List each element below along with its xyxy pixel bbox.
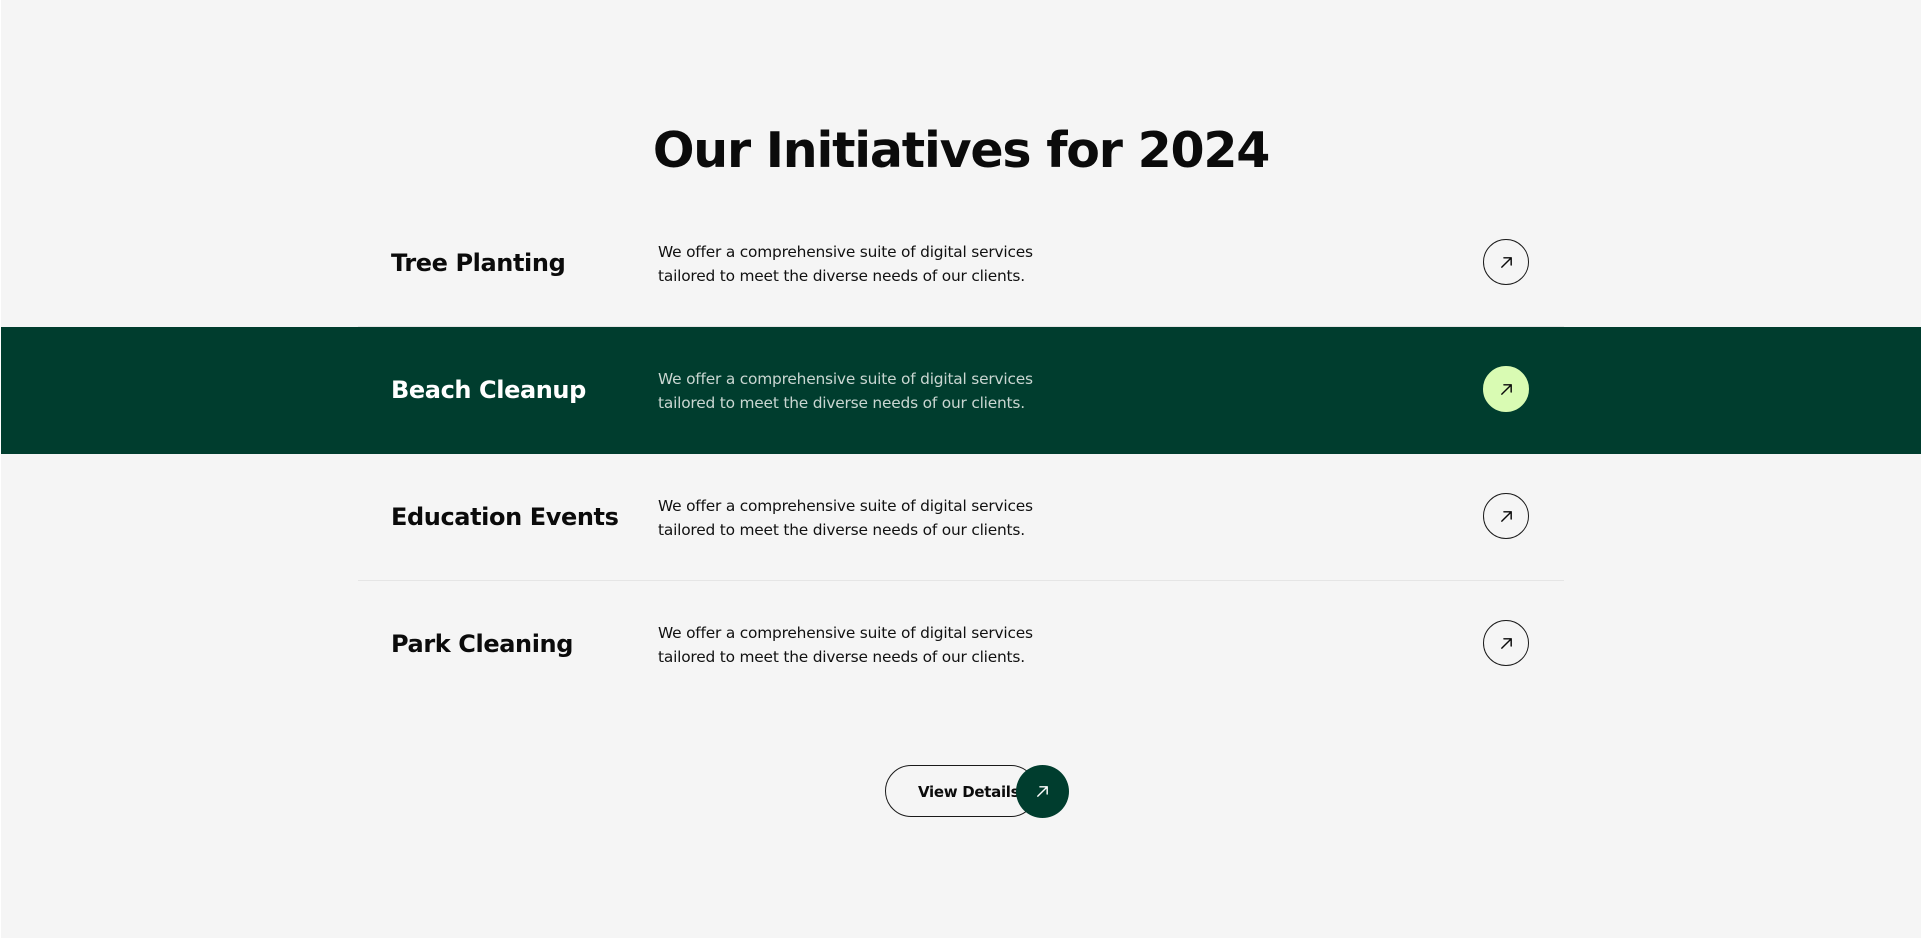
section-title: Our Initiatives for 2024 bbox=[652, 122, 1271, 179]
initiative-row-content: Beach Cleanup We offer a comprehensive s… bbox=[358, 327, 1564, 453]
arrow-up-right-icon bbox=[1500, 637, 1512, 649]
initiative-title: Beach Cleanup bbox=[391, 376, 586, 404]
initiative-row-park-cleaning[interactable]: Park Cleaning We offer a comprehensive s… bbox=[1, 581, 1921, 708]
initiative-row-content: Education Events We offer a comprehensiv… bbox=[358, 454, 1564, 580]
arrow-up-right-icon bbox=[1500, 383, 1512, 395]
initiative-description: We offer a comprehensive suite of digita… bbox=[658, 624, 1033, 666]
initiative-title: Education Events bbox=[391, 503, 619, 531]
initiative-row-content: Tree Planting We offer a comprehensive s… bbox=[358, 200, 1564, 326]
view-details-button[interactable]: View Details bbox=[885, 765, 1037, 817]
initiatives-list: Tree Planting We offer a comprehensive s… bbox=[1, 200, 1921, 708]
initiative-description: We offer a comprehensive suite of digita… bbox=[658, 497, 1033, 539]
arrow-up-right-icon bbox=[1500, 256, 1512, 268]
initiative-title: Tree Planting bbox=[391, 249, 566, 277]
initiative-title: Park Cleaning bbox=[391, 630, 573, 658]
arrow-up-right-icon bbox=[1500, 510, 1512, 522]
initiative-arrow-button[interactable] bbox=[1483, 620, 1529, 666]
initiative-row-education-events[interactable]: Education Events We offer a comprehensiv… bbox=[1, 454, 1921, 581]
initiative-row-content: Park Cleaning We offer a comprehensive s… bbox=[358, 581, 1564, 707]
initiative-description: We offer a comprehensive suite of digita… bbox=[658, 370, 1033, 412]
initiative-arrow-button[interactable] bbox=[1483, 493, 1529, 539]
view-details-arrow-button[interactable] bbox=[1016, 765, 1069, 818]
initiative-description: We offer a comprehensive suite of digita… bbox=[658, 243, 1033, 285]
initiative-row-beach-cleanup[interactable]: Beach Cleanup We offer a comprehensive s… bbox=[1, 327, 1921, 454]
initiative-row-tree-planting[interactable]: Tree Planting We offer a comprehensive s… bbox=[1, 200, 1921, 327]
view-details-cta: View Details bbox=[885, 765, 1069, 819]
view-details-label: View Details bbox=[918, 783, 1020, 801]
initiative-arrow-button[interactable] bbox=[1483, 239, 1529, 285]
initiatives-page: Our Initiatives for 2024 Tree Planting W… bbox=[1, 0, 1921, 938]
arrow-up-right-icon bbox=[1037, 786, 1048, 797]
initiative-arrow-button[interactable] bbox=[1483, 366, 1529, 412]
